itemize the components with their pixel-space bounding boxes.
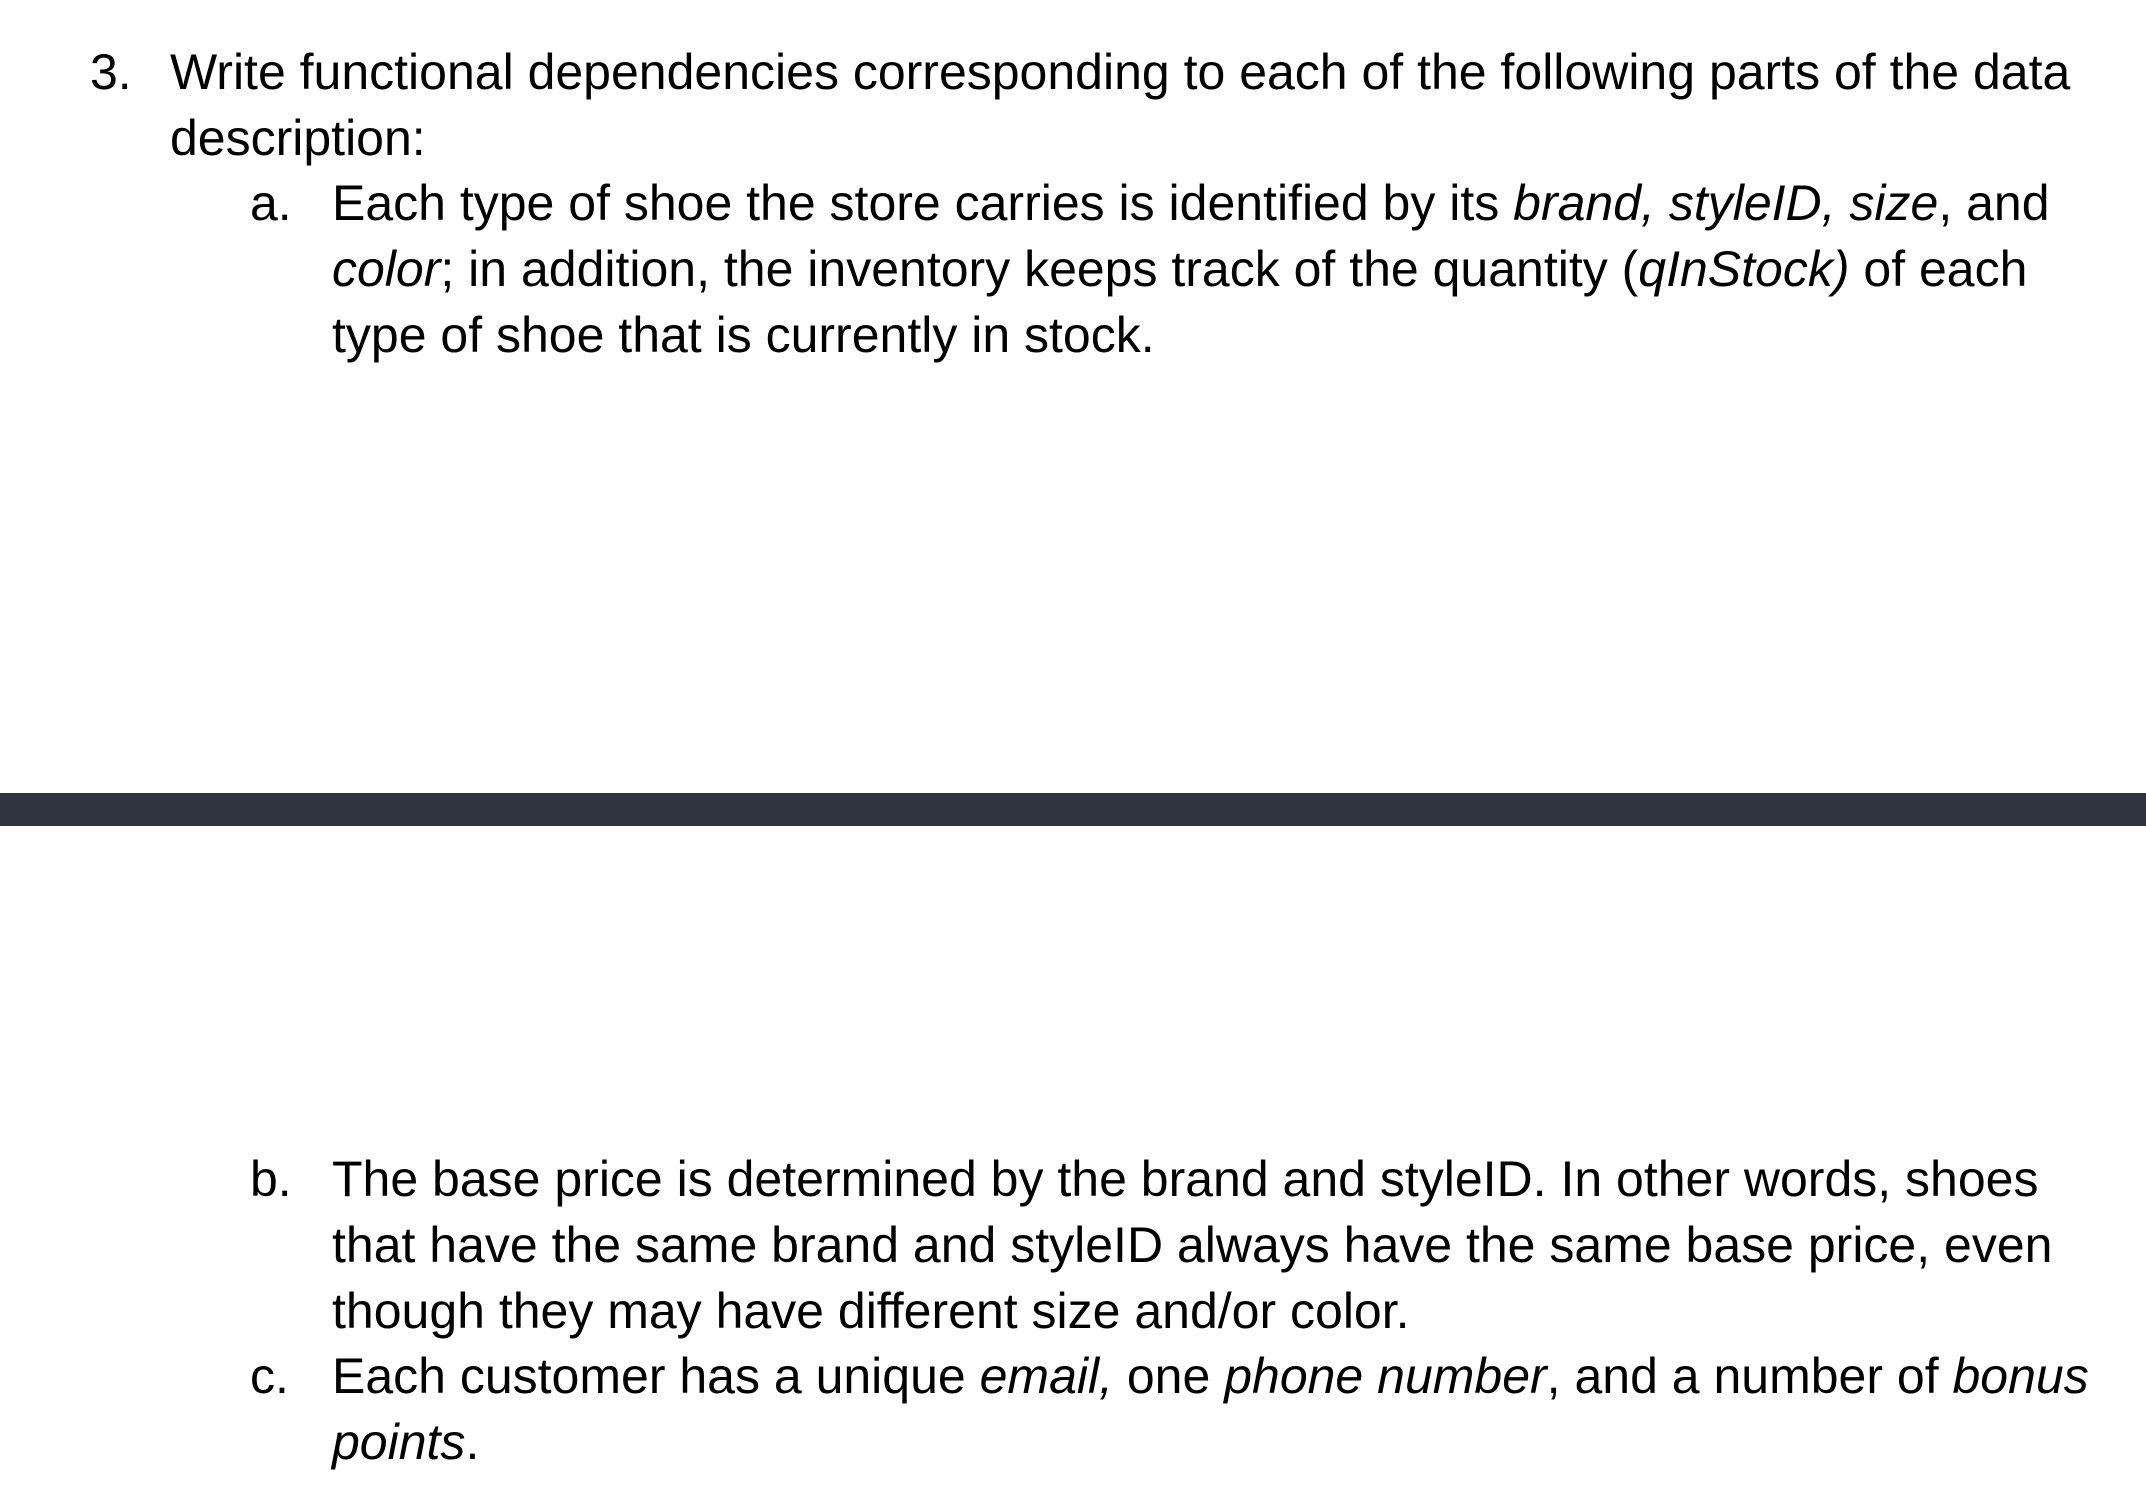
item-line: Each customer has a unique email, one ph… [332, 1343, 2132, 1409]
item-text: Each customer has a unique email, one ph… [332, 1343, 2132, 1475]
item-letter: b. [250, 1151, 292, 1207]
item-text: The base price is determined by the bran… [332, 1146, 2132, 1344]
text-span: ; in addition, the inventory keeps track… [440, 241, 1639, 297]
question-line: description: [170, 110, 426, 166]
italic-span: points [332, 1414, 466, 1470]
italic-span: email, [979, 1348, 1113, 1404]
question-3: 3. Write functional dependencies corresp… [0, 39, 2146, 171]
document-page: 3. Write functional dependencies corresp… [0, 0, 2146, 1504]
item-line: points. [332, 1409, 2132, 1475]
italic-span: color [332, 241, 441, 297]
question-line: Write functional dependencies correspond… [170, 44, 2071, 100]
item-line: color; in addition, the inventory keeps … [332, 236, 2132, 302]
item-a: a. Each type of shoe the store carries i… [0, 170, 2146, 368]
item-b: b. The base price is determined by the b… [0, 1146, 2146, 1344]
text-span: , and [1938, 175, 2050, 231]
item-line: though they may have different size and/… [332, 1283, 1410, 1339]
italic-span: brand, styleID, size [1513, 175, 1939, 231]
question-number: 3. [90, 44, 132, 100]
item-line: type of shoe that is currently in stock. [332, 307, 1155, 363]
text-span: Each type of shoe the store carries is i… [332, 175, 1514, 231]
italic-span: bonus [1952, 1348, 2089, 1404]
item-line: The base price is determined by the bran… [332, 1151, 2039, 1207]
text-span: , and a number of [1546, 1348, 1953, 1404]
italic-span: qInStock) [1638, 241, 1850, 297]
text-span: of each [1849, 241, 2028, 297]
question-text: Write functional dependencies correspond… [170, 39, 2070, 171]
item-letter: a. [250, 175, 292, 231]
item-letter: c. [250, 1348, 289, 1404]
item-text: Each type of shoe the store carries is i… [332, 170, 2132, 368]
text-span: one [1112, 1348, 1225, 1404]
page-divider [0, 793, 2146, 826]
item-c: c. Each customer has a unique email, one… [0, 1343, 2146, 1475]
italic-span: phone number [1224, 1348, 1547, 1404]
item-line: Each type of shoe the store carries is i… [332, 170, 2132, 236]
item-line: that have the same brand and styleID alw… [332, 1217, 2053, 1273]
text-span: . [465, 1414, 480, 1470]
text-span: Each customer has a unique [332, 1348, 980, 1404]
